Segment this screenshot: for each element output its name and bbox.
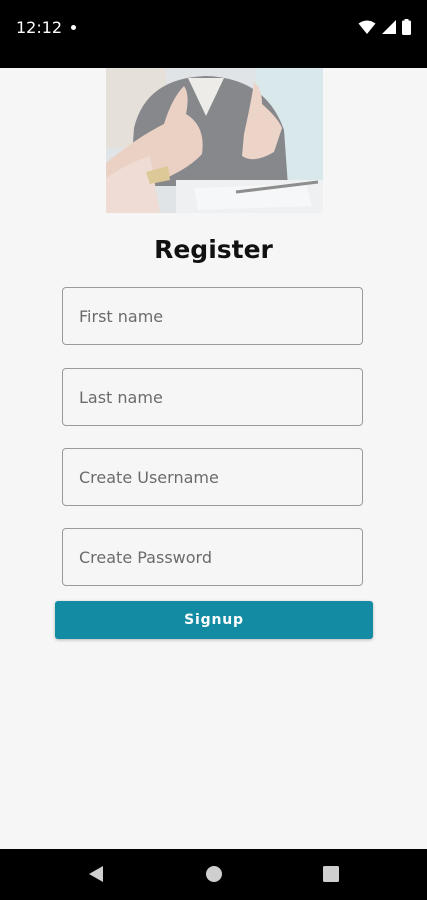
hero-image (106, 68, 323, 213)
status-icons (358, 17, 411, 37)
first-name-field[interactable] (62, 287, 363, 345)
page-title: Register (154, 235, 273, 264)
username-field[interactable] (62, 448, 363, 506)
last-name-input[interactable] (63, 369, 362, 425)
handshake-photo (106, 68, 323, 213)
password-field[interactable] (62, 528, 363, 586)
last-name-field[interactable] (62, 368, 363, 426)
phone-screen: 12:12 Register First name Last name Crea… (0, 0, 427, 900)
navigation-bar (0, 849, 427, 900)
signal-icon (382, 20, 396, 34)
password-input[interactable] (63, 529, 362, 585)
recents-icon[interactable] (323, 866, 339, 882)
first-name-input[interactable] (63, 288, 362, 344)
back-icon[interactable] (87, 865, 105, 883)
register-screen: Register Signup (0, 68, 427, 849)
status-time: 12:12 (16, 18, 63, 37)
signup-button[interactable]: Signup (55, 601, 373, 639)
home-icon[interactable] (205, 865, 223, 883)
notification-dot-icon (71, 25, 76, 30)
wifi-icon (358, 20, 376, 34)
status-bar: 12:12 (0, 0, 427, 68)
username-input[interactable] (63, 449, 362, 505)
battery-icon (402, 19, 411, 35)
